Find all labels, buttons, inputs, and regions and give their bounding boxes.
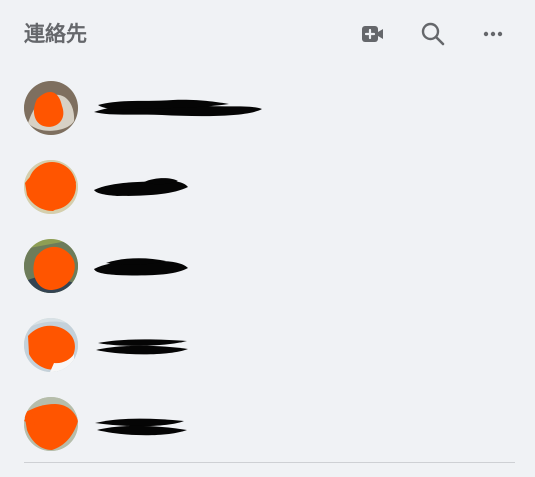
- avatar: [24, 238, 78, 293]
- avatar: [24, 159, 78, 214]
- more-icon: [483, 31, 503, 37]
- contact-item[interactable]: [20, 384, 515, 463]
- page-title: 連絡先: [24, 22, 87, 46]
- contact-list: [20, 68, 515, 463]
- search-button[interactable]: [413, 14, 453, 54]
- avatar: [24, 80, 78, 135]
- redaction-mark: [95, 418, 187, 435]
- redaction-mark: [94, 99, 262, 116]
- contacts-header: 連絡先: [24, 0, 515, 68]
- more-options-button[interactable]: [473, 14, 513, 54]
- video-add-icon: [361, 24, 385, 44]
- contact-name: [86, 403, 276, 445]
- contact-item[interactable]: [20, 68, 515, 147]
- contact-item[interactable]: [20, 305, 515, 384]
- contact-name: [86, 166, 276, 208]
- contacts-panel: 連絡先: [0, 0, 535, 477]
- contact-name: [86, 87, 276, 129]
- avatar: [24, 317, 78, 372]
- redaction-mark: [94, 257, 188, 275]
- contact-name: [86, 324, 276, 366]
- avatar: [24, 396, 78, 451]
- contact-item[interactable]: [20, 147, 515, 226]
- header-actions: [353, 14, 513, 54]
- redaction-mark: [96, 338, 188, 354]
- redaction-mark: [94, 177, 188, 196]
- contact-item[interactable]: [20, 226, 515, 305]
- section-divider: [24, 462, 515, 463]
- new-room-button[interactable]: [353, 14, 393, 54]
- contact-name: [86, 245, 276, 287]
- search-icon: [420, 21, 446, 47]
